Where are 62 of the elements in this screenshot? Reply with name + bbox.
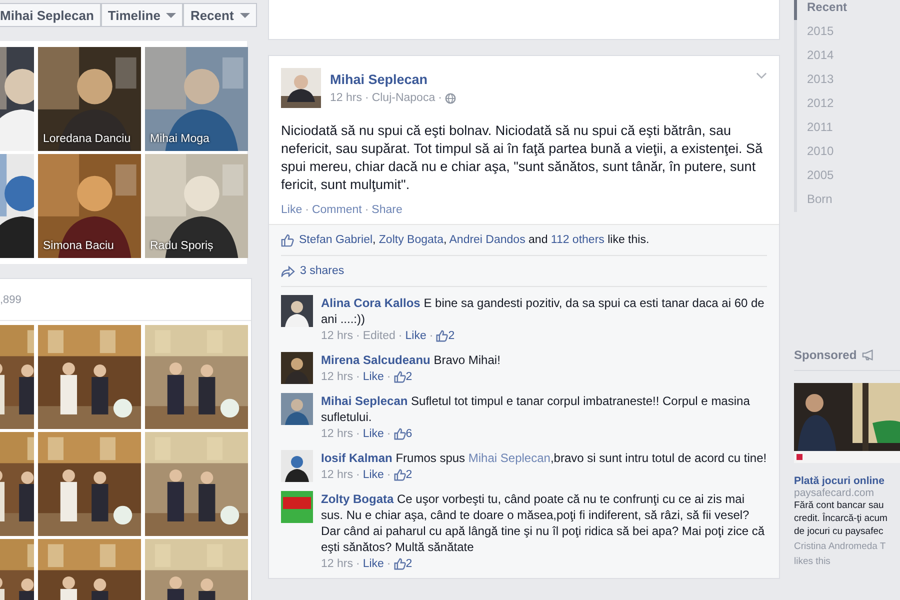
comment-text: Mirena Salcudeanu Bravo Mihai! bbox=[321, 352, 502, 368]
like-link[interactable]: Like bbox=[362, 370, 384, 382]
separator-dot: · bbox=[356, 428, 360, 440]
ad-text-line: credit. Încarcă-ţi acum bbox=[794, 512, 888, 525]
commenter-link[interactable]: Zolty Bogata bbox=[321, 492, 394, 506]
liker-link[interactable]: Stefan Gabriel bbox=[299, 234, 373, 246]
post-action-link[interactable]: Comment bbox=[312, 204, 362, 216]
ad-text-line: de jocuri cu paysafec bbox=[794, 525, 884, 538]
timeline-year-link[interactable]: Recent bbox=[794, 0, 900, 20]
ad-text-line: Fără cont bancar sau bbox=[794, 499, 885, 512]
separator-dot: · bbox=[429, 330, 434, 342]
separator-dot: · bbox=[386, 558, 391, 570]
like-link[interactable]: Like bbox=[362, 558, 384, 570]
liker-link[interactable]: Andrei Dandos bbox=[449, 234, 526, 246]
liker-link[interactable]: Zolty Bogata bbox=[378, 234, 444, 246]
separator-dot: · bbox=[356, 370, 360, 382]
commenter-link[interactable]: Mirena Salcudeanu bbox=[321, 353, 430, 367]
header-button[interactable]: Recent bbox=[183, 3, 257, 27]
friend-name[interactable]: Loredana Danciu bbox=[43, 132, 137, 146]
commenter-link[interactable]: Alina Cora Kallos bbox=[321, 296, 420, 310]
separator-dot: · bbox=[356, 468, 360, 480]
ad-social-text: likes this bbox=[794, 555, 832, 568]
mention-link[interactable]: Mihai Seplecan bbox=[468, 451, 550, 465]
separator-dot: · bbox=[438, 92, 442, 104]
separator-dot: · bbox=[386, 468, 391, 480]
separator-dot: · bbox=[305, 204, 309, 216]
commenter-link[interactable]: Mihai Seplecan bbox=[321, 394, 408, 408]
separator-dot: · bbox=[364, 204, 369, 216]
author-link[interactable]: Mihai Seplecan bbox=[330, 72, 428, 87]
like-count[interactable]: 2 bbox=[448, 330, 455, 342]
separator-dot: · bbox=[386, 428, 391, 440]
post-text: Niciodată să nu spui că eşti bolnav. Niciodată să nu spui că eşti bătrân, sau nefericit, sau supărat. Tot timpul să ai în faţă partea bună a vieţii, a existenţei. Să spui mereu, chiar dacă nu e chiar aşa, "sunt sănătos, sunt tânăr, în putere, sunt fericit, sunt mulţumit". bbox=[281, 122, 763, 194]
others-link[interactable]: 112 others bbox=[550, 234, 604, 246]
ad-social-text: Cristina Andromeda T bbox=[794, 540, 887, 553]
post-action-link[interactable]: Share bbox=[372, 204, 402, 216]
photo-count: ,899 bbox=[0, 294, 22, 306]
like-count[interactable]: 2 bbox=[406, 370, 412, 382]
ad-domain: paysafecard.com bbox=[794, 487, 875, 499]
like-count[interactable]: 6 bbox=[406, 428, 412, 440]
comment-text: Zolty Bogata Ce uşor vorbeşti tu, când poate că nu te confrunţi cu ce ai zis mai sus. Nu e chiar aşa, când te doare o măsea,poţi fi indiferent, să râzi, să fii vesel? Dar când ai paharul cu apă lângă tine şi nu îl poţi ridica să bei apa? Mai poţi zice că eşti sănătos? Multă sănătate bbox=[321, 491, 766, 555]
likes-summary: Stefan Gabriel, Zolty Bogata, Andrei Dandos and 112 others like this. bbox=[299, 234, 650, 246]
like-link[interactable]: Like bbox=[362, 468, 384, 480]
ad-title-link[interactable]: Plată jocuri online bbox=[794, 475, 900, 487]
shares-link[interactable]: 3 shares bbox=[300, 265, 344, 277]
post-action-link[interactable]: Like bbox=[281, 204, 302, 216]
separator-dot: · bbox=[386, 370, 391, 382]
like-count[interactable]: 2 bbox=[406, 558, 412, 570]
separator-dot: · bbox=[364, 92, 369, 104]
header-button[interactable]: Timeline bbox=[100, 3, 184, 27]
sponsored-heading: Sponsored bbox=[794, 348, 857, 362]
separator-dot: · bbox=[356, 558, 360, 570]
like-link[interactable]: Like bbox=[362, 428, 384, 440]
like-count[interactable]: 2 bbox=[406, 468, 412, 480]
commenter-link[interactable]: Iosif Kalman bbox=[321, 451, 392, 465]
header-button[interactable]: Mihai Seplecan bbox=[0, 3, 101, 27]
like-link[interactable]: Like bbox=[405, 330, 426, 342]
friend-name[interactable]: Simona Baciu bbox=[43, 239, 137, 253]
comment-text: Mihai Seplecan Sufletul tot timpul e tanar corpul imbatraneste!! Corpul e masina sufletului. bbox=[321, 393, 751, 425]
comment-text: Alina Cora Kallos E bine sa gandesti pozitiv, da sa spui ca esti tanar daca ai 60 de ani ....:)) bbox=[321, 295, 766, 327]
separator-dot: · bbox=[398, 330, 402, 342]
separator-dot: · bbox=[356, 330, 360, 342]
comment-text: Iosif Kalman Frumos spus Mihai Seplecan,bravo si sunt intru totul de acord cu tine! bbox=[321, 450, 767, 466]
